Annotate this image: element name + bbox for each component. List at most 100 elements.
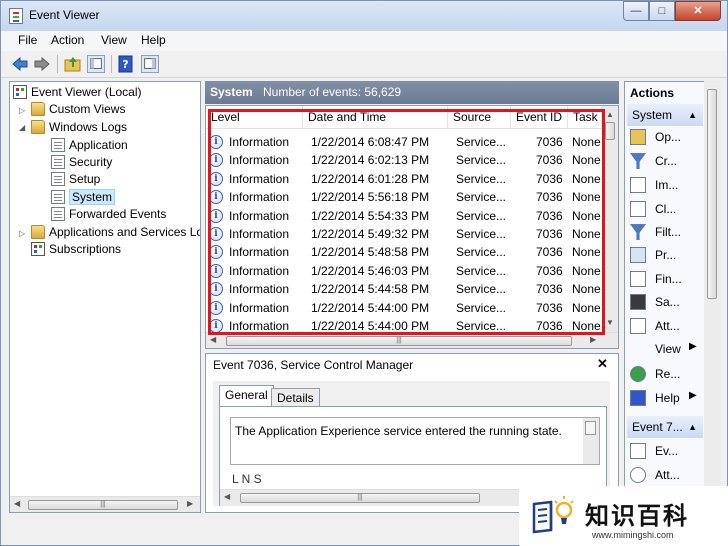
column-level[interactable]: Level: [206, 106, 303, 128]
tree-log-security[interactable]: Security: [51, 153, 112, 171]
expand-arrow-icon[interactable]: ▷: [19, 106, 25, 115]
tree-apps-services[interactable]: Applications and Services Lo: [31, 223, 200, 241]
show-hide-action-pane-icon[interactable]: [141, 55, 159, 73]
information-icon: i: [209, 263, 223, 278]
close-button[interactable]: ✕: [675, 1, 721, 21]
actions-section-system[interactable]: System ▲: [627, 104, 703, 126]
tree-windows-logs[interactable]: Windows Logs: [31, 118, 127, 136]
event-properties-icon: [630, 443, 646, 459]
actions-vertical-scrollbar[interactable]: [704, 81, 721, 513]
tree-log-system[interactable]: System: [51, 188, 116, 206]
column-source[interactable]: Source: [448, 106, 511, 128]
source-cell: Service...: [456, 245, 507, 260]
action-item[interactable]: Fin...: [655, 270, 682, 288]
tree-subscriptions[interactable]: Subscriptions: [31, 240, 121, 258]
actions-section-event[interactable]: Event 7... ▲: [627, 416, 703, 438]
column-date-time[interactable]: Date and Time: [303, 106, 448, 128]
tree-horizontal-scrollbar[interactable]: ◀ ||| ▶: [10, 496, 200, 512]
action-item[interactable]: Cr...: [655, 152, 677, 170]
event-list-horizontal-scrollbar[interactable]: ◀ ||| ▶: [206, 332, 618, 348]
table-row[interactable]: i Information 1/22/2014 5:56:18 PM Service.…: [206, 188, 602, 206]
column-event-id[interactable]: Event ID: [511, 106, 568, 128]
action-item[interactable]: Re...: [655, 365, 680, 383]
action-item[interactable]: Help: [655, 389, 680, 407]
message-scrollbar[interactable]: [583, 418, 599, 464]
source-cell: Service...: [456, 208, 507, 223]
table-row[interactable]: i Information 1/22/2014 5:49:32 PM Service.…: [206, 225, 602, 243]
folder-icon: [31, 120, 45, 134]
find-icon: [630, 271, 646, 287]
date-cell: 1/22/2014 5:49:32 PM: [311, 227, 430, 241]
menu-view[interactable]: View: [101, 33, 127, 47]
action-item[interactable]: Filt...: [655, 223, 681, 241]
minimize-button[interactable]: —: [623, 1, 649, 21]
tab-general[interactable]: General: [219, 385, 274, 406]
table-row[interactable]: i Information 1/22/2014 6:02:13 PM Service.…: [206, 151, 602, 169]
tab-details[interactable]: Details: [271, 388, 320, 407]
task-cell: None: [572, 227, 601, 241]
help-submenu-arrow-icon: ▶: [689, 390, 697, 401]
event-id-cell: 7036: [536, 153, 563, 168]
date-cell: 1/22/2014 5:48:58 PM: [311, 245, 430, 260]
event-message-box[interactable]: The Application Experience service enter…: [230, 417, 600, 465]
event-id-cell: 7036: [536, 135, 563, 149]
table-row[interactable]: i Information 1/22/2014 6:01:28 PM Service.…: [206, 170, 602, 188]
level-cell: Information: [229, 171, 290, 186]
column-task[interactable]: Task: [568, 106, 602, 128]
task-cell: None: [572, 190, 601, 205]
save-icon: [630, 294, 646, 310]
action-item[interactable]: Ev...: [655, 442, 678, 460]
information-icon: i: [209, 227, 223, 241]
back-arrow-icon[interactable]: [11, 55, 29, 73]
detail-close-icon[interactable]: ✕: [597, 356, 608, 372]
maximize-button[interactable]: □: [649, 1, 675, 21]
date-cell: 1/22/2014 5:44:58 PM: [311, 282, 430, 297]
log-header: System Number of events: 56,629: [205, 81, 619, 104]
collapse-arrow-icon[interactable]: ◢: [19, 123, 25, 132]
action-item[interactable]: Cl...: [655, 200, 676, 218]
date-cell: 1/22/2014 6:01:28 PM: [311, 171, 430, 186]
information-icon: i: [209, 171, 223, 186]
tree-log-forwarded-events[interactable]: Forwarded Events: [51, 205, 166, 223]
help-icon[interactable]: ?: [117, 55, 135, 73]
partial-field-row: L N S: [232, 472, 262, 486]
task-cell: None: [572, 153, 601, 168]
collapse-caret-icon: ▲: [688, 110, 697, 120]
table-row[interactable]: i Information 1/22/2014 5:48:58 PM Service.…: [206, 243, 602, 261]
menu-help[interactable]: Help: [141, 33, 166, 47]
table-row[interactable]: i Information 1/22/2014 5:44:00 PM Service.…: [206, 299, 602, 317]
event-list-vertical-scrollbar[interactable]: ▲ ▼: [602, 106, 618, 332]
task-cell: None: [572, 245, 601, 260]
tree-log-application[interactable]: Application: [51, 136, 128, 154]
action-item[interactable]: Im...: [655, 176, 678, 194]
open-folder-icon: [630, 129, 646, 145]
action-item[interactable]: Att...: [655, 466, 680, 484]
title-bar[interactable]: Event Viewer — □ ✕: [1, 1, 727, 31]
table-row[interactable]: i Information 1/22/2014 6:08:47 PM Service.…: [206, 133, 602, 151]
level-cell: Information: [229, 208, 290, 223]
table-row[interactable]: i Information 1/22/2014 5:46:03 PM Service.…: [206, 262, 602, 280]
expand-arrow-icon[interactable]: ▷: [19, 229, 25, 238]
action-item[interactable]: Op...: [655, 128, 681, 146]
event-id-cell: 7036: [536, 227, 563, 241]
event-id-cell: 7036: [536, 300, 563, 315]
show-hide-console-tree-icon[interactable]: [87, 55, 105, 73]
date-cell: 1/22/2014 5:46:03 PM: [311, 263, 430, 278]
collapse-caret-icon: ▲: [688, 422, 697, 432]
action-item[interactable]: Sa...: [655, 293, 680, 311]
table-row[interactable]: i Information 1/22/2014 5:54:33 PM Service.…: [206, 207, 602, 225]
tree-root[interactable]: Event Viewer (Local): [13, 83, 142, 101]
menu-file[interactable]: File: [18, 33, 37, 47]
menu-action[interactable]: Action: [51, 33, 84, 47]
forward-arrow-icon[interactable]: [33, 55, 51, 73]
tree-custom-views[interactable]: Custom Views: [31, 100, 125, 118]
tree-log-setup[interactable]: Setup: [51, 170, 100, 188]
up-folder-icon[interactable]: [64, 55, 82, 73]
date-cell: 1/22/2014 5:56:18 PM: [311, 190, 430, 205]
table-row[interactable]: i Information 1/22/2014 5:44:58 PM Service.…: [206, 280, 602, 298]
action-item[interactable]: Pr...: [655, 246, 676, 264]
level-cell: Information: [229, 190, 290, 205]
action-item[interactable]: Att...: [655, 317, 680, 335]
action-item[interactable]: View: [655, 340, 681, 358]
source-cell: Service...: [456, 190, 507, 205]
